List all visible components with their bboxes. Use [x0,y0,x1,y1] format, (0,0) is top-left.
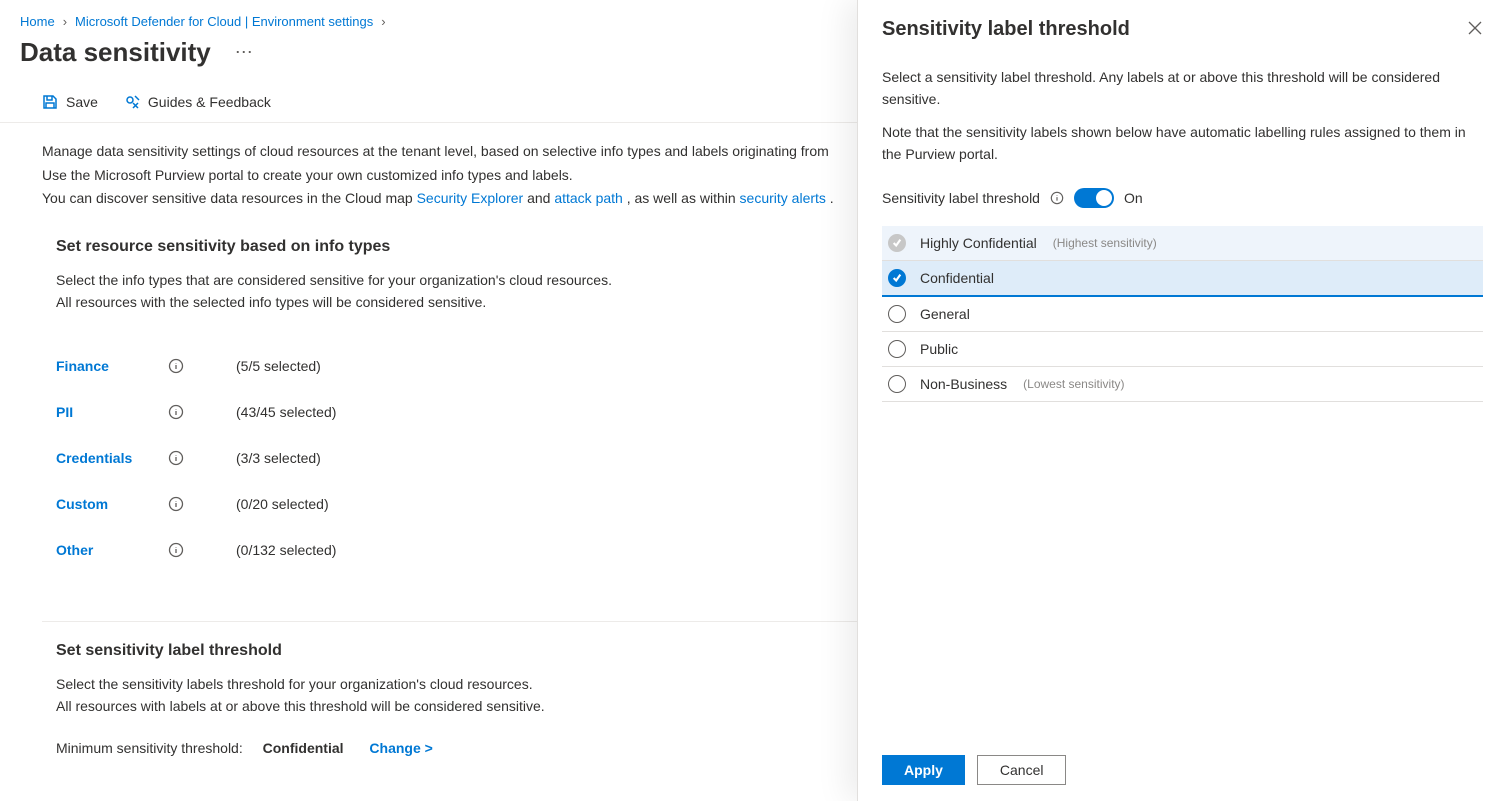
intro-line3-pre: You can discover sensitive data resource… [42,190,417,206]
save-icon [42,94,58,110]
threshold-option[interactable]: Confidential [882,261,1483,297]
info-icon[interactable] [168,542,192,558]
radio-icon [888,269,906,287]
panel-title: Sensitivity label threshold [882,18,1130,41]
min-threshold-label: Minimum sensitivity threshold: [56,740,243,756]
cancel-button[interactable]: Cancel [977,755,1067,785]
info-type-list: Finance (5/5 selected) PII (43/45 selected)… [42,343,938,573]
radio-icon [888,340,906,358]
threshold-option[interactable]: Public [882,332,1483,367]
apply-button[interactable]: Apply [882,755,965,785]
info-type-row: Other (0/132 selected) [56,527,938,573]
radio-icon [888,305,906,323]
guides-icon [124,94,140,110]
info-type-count: (3/3 selected) [192,450,321,466]
info-icon[interactable] [168,450,192,466]
option-label: Confidential [920,270,994,286]
info-type-count: (0/132 selected) [192,542,336,558]
option-label: General [920,306,970,322]
change-threshold-link[interactable]: Change > [369,740,432,756]
info-type-link[interactable]: Other [56,542,168,558]
section-threshold: Set sensitivity label threshold Select t… [42,642,938,755]
section-threshold-desc2: All resources with labels at or above th… [42,696,938,718]
panel-desc-1: Select a sensitivity label threshold. An… [882,67,1483,110]
section-info-types: Set resource sensitivity based on info t… [42,238,938,573]
threshold-option-list: Highly Confidential (Highest sensitivity)… [882,226,1483,402]
info-type-link[interactable]: Credentials [56,450,168,466]
link-security-explorer[interactable]: Security Explorer [417,190,524,206]
info-type-count: (5/5 selected) [192,358,321,374]
info-icon[interactable] [168,358,192,374]
link-security-alerts[interactable]: security alerts [740,190,826,206]
guides-feedback-button[interactable]: Guides & Feedback [124,94,271,110]
info-icon[interactable] [168,404,192,420]
toggle-label: Sensitivity label threshold [882,190,1040,206]
option-hint: (Lowest sensitivity) [1023,377,1124,391]
info-type-count: (43/45 selected) [192,404,336,420]
section-info-types-heading: Set resource sensitivity based on info t… [42,238,938,256]
intro-end: . [830,190,834,206]
chevron-right-icon: › [381,14,385,29]
intro-line2: Use the Microsoft Purview portal to crea… [42,165,938,187]
main-content: Manage data sensitivity settings of clou… [0,123,980,593]
section-info-types-desc1: Select the info types that are considere… [42,270,938,292]
option-label: Non-Business [920,376,1007,392]
info-type-row: Credentials (3/3 selected) [56,435,938,481]
panel-desc-2: Note that the sensitivity labels shown b… [882,122,1483,165]
breadcrumb-home[interactable]: Home [20,14,55,29]
info-type-row: Finance (5/5 selected) [56,343,938,389]
intro-mid2: , as well as within [627,190,740,206]
link-attack-path[interactable]: attack path [554,190,623,206]
close-icon[interactable] [1467,20,1483,39]
breadcrumb-defender[interactable]: Microsoft Defender for Cloud | Environme… [75,14,373,29]
sensitivity-threshold-panel: Sensitivity label threshold Select a sen… [857,0,1507,801]
threshold-option[interactable]: Highly Confidential (Highest sensitivity) [882,226,1483,261]
info-type-link[interactable]: Custom [56,496,168,512]
threshold-option[interactable]: General [882,297,1483,332]
section-info-types-desc2: All resources with the selected info typ… [42,292,938,314]
option-hint: (Highest sensitivity) [1053,236,1157,250]
save-label: Save [66,94,98,110]
radio-icon [888,375,906,393]
threshold-toggle[interactable] [1074,188,1114,208]
radio-icon [888,234,906,252]
info-type-link[interactable]: Finance [56,358,168,374]
more-menu-button[interactable]: ⋯ [229,42,261,63]
page-title: Data sensitivity [20,37,211,68]
info-type-count: (0/20 selected) [192,496,329,512]
chevron-right-icon: › [63,14,67,29]
guides-label: Guides & Feedback [148,94,271,110]
intro-mid1: and [527,190,554,206]
info-type-row: Custom (0/20 selected) [56,481,938,527]
section-threshold-desc1: Select the sensitivity labels threshold … [42,674,938,696]
intro-line1: Manage data sensitivity settings of clou… [42,143,829,159]
option-label: Public [920,341,958,357]
toggle-state: On [1124,190,1143,206]
info-type-row: PII (43/45 selected) [56,389,938,435]
info-icon[interactable] [1050,191,1064,205]
info-type-link[interactable]: PII [56,404,168,420]
threshold-option[interactable]: Non-Business (Lowest sensitivity) [882,367,1483,402]
info-icon[interactable] [168,496,192,512]
save-button[interactable]: Save [42,94,98,110]
option-label: Highly Confidential [920,235,1037,251]
section-threshold-heading: Set sensitivity label threshold [42,642,938,660]
min-threshold-value: Confidential [263,740,344,756]
